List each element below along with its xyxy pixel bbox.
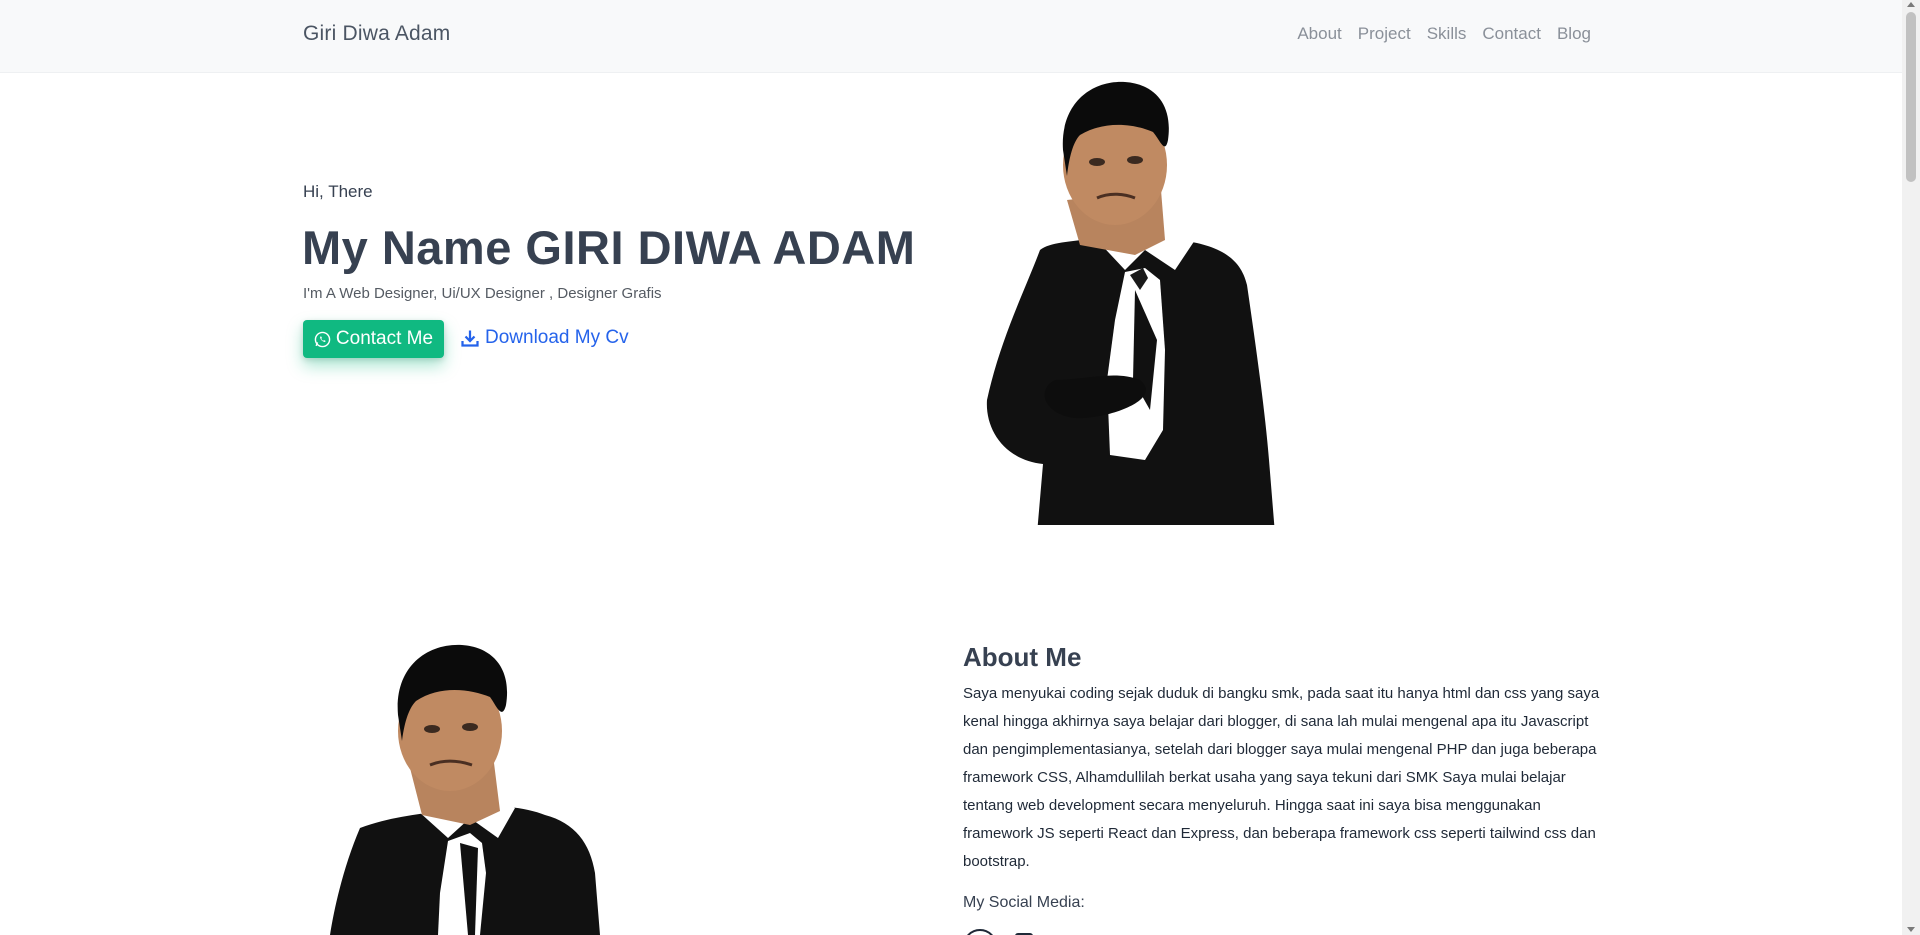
profile-photo-about: [330, 643, 600, 935]
scroll-up-icon[interactable]: [1907, 2, 1915, 7]
download-icon: [461, 329, 479, 347]
nav-link-project[interactable]: Project: [1358, 24, 1411, 44]
social-icons: [963, 929, 1033, 935]
contact-me-button[interactable]: Contact Me: [303, 320, 444, 358]
nav-links: About Project Skills Contact Blog: [1297, 24, 1591, 44]
download-cv-link[interactable]: Download My Cv: [461, 327, 629, 349]
scroll-down-icon[interactable]: [1907, 927, 1915, 932]
about-text: Saya menyukai coding sejak duduk di bang…: [963, 685, 1600, 870]
navbar: Giri Diwa Adam About Project Skills Cont…: [0, 0, 1902, 73]
profile-photo-hero: [985, 80, 1275, 534]
about-title: About Me: [963, 642, 1082, 672]
brand-logo[interactable]: Giri Diwa Adam: [303, 22, 451, 46]
download-cv-label: Download My Cv: [485, 327, 629, 348]
hero-subtitle: I'm A Web Designer, Ui/UX Designer , Des…: [303, 285, 662, 302]
contact-me-label: Contact Me: [335, 328, 434, 349]
social-media-label: My Social Media:: [963, 894, 1085, 911]
nav-link-contact[interactable]: Contact: [1482, 24, 1541, 44]
nav-link-about[interactable]: About: [1297, 24, 1341, 44]
scroll-thumb[interactable]: [1906, 12, 1916, 182]
whatsapp-icon: [314, 331, 331, 348]
nav-link-skills[interactable]: Skills: [1427, 24, 1467, 44]
hero-greeting: Hi, There: [303, 182, 373, 201]
page: Giri Diwa Adam About Project Skills Cont…: [0, 0, 1920, 935]
github-icon[interactable]: [963, 929, 997, 935]
nav-link-blog[interactable]: Blog: [1557, 24, 1591, 44]
scrollbar[interactable]: [1902, 0, 1920, 935]
hero-title: My Name GIRI DIWA ADAM: [302, 221, 916, 274]
